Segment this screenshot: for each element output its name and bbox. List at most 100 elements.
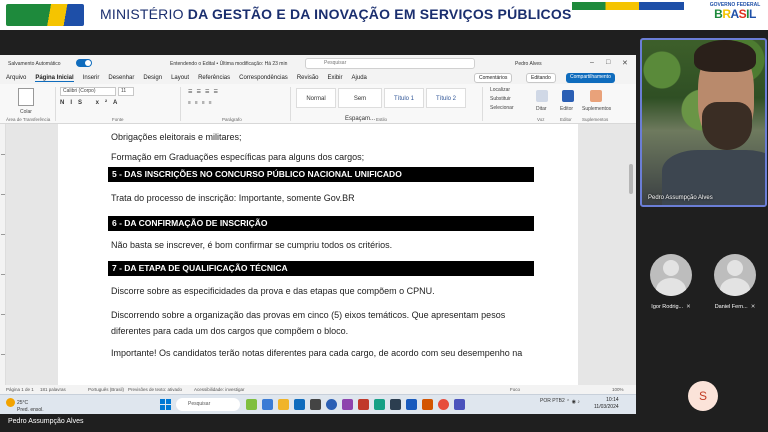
style-normal[interactable]: Normal (296, 88, 336, 108)
autosave-toggle[interactable] (76, 59, 92, 67)
screen: MINISTÉRIO DA GESTÃO E DA INOVAÇÃO EM SE… (0, 0, 768, 432)
speaker-name: Pedro Assumpção Alves (648, 195, 713, 201)
teams-icon[interactable] (454, 399, 465, 410)
app-icon[interactable] (390, 399, 401, 410)
style-heading2[interactable]: Título 2 (426, 88, 466, 108)
banner-title-regular: MINISTÉRIO (100, 6, 188, 22)
status-accessibility[interactable]: Acessibilidade: investigar (194, 387, 245, 392)
group-font: Fonte (112, 117, 124, 122)
chrome-icon[interactable] (438, 399, 449, 410)
menu-home[interactable]: Página Inicial (35, 75, 74, 82)
maximize-icon[interactable]: □ (606, 59, 610, 66)
font-select[interactable]: Calibri (Corpo) (60, 87, 116, 96)
share-button[interactable]: Compartilhamento (566, 73, 615, 83)
addins-label: Suplementos (582, 106, 612, 112)
document-name[interactable]: Entendendo o Edital • Última modificação… (170, 61, 287, 67)
group-styles: Estilo (376, 117, 388, 122)
windows-start-icon[interactable] (160, 399, 171, 410)
word-titlebar: Salvamento Automático Entendendo o Edita… (0, 55, 636, 72)
style-no-spacing[interactable]: Sem Espaçam... (338, 88, 382, 122)
ribbon-separator (55, 87, 56, 121)
editor-icon[interactable] (562, 90, 574, 102)
format-buttons[interactable]: NIS x²A (60, 100, 123, 106)
app-icon[interactable] (246, 399, 257, 410)
menu-design[interactable]: Design (143, 75, 162, 81)
participant-tile[interactable]: Daniel Fern... ✕ (705, 254, 765, 316)
vertical-scrollbar[interactable] (629, 124, 634, 385)
group-clipboard: Área de Transferência (6, 117, 51, 122)
brazil-flag-logo (6, 4, 84, 26)
menu-review[interactable]: Revisão (297, 75, 319, 81)
menu-layout[interactable]: Layout (171, 75, 189, 81)
group-paragraph: Parágrafo (222, 117, 242, 122)
menu-mailings[interactable]: Correspondências (239, 75, 288, 81)
speaker-video-tile[interactable]: Pedro Assumpção Alves (640, 38, 767, 207)
edge-icon[interactable] (294, 399, 305, 410)
user-name[interactable]: Pedro Alves (515, 61, 542, 67)
editing-button[interactable]: Editando (526, 73, 556, 83)
status-language[interactable]: Português (Brasil) (88, 387, 124, 392)
paste-icon[interactable] (18, 88, 34, 106)
status-focus[interactable]: Foco (510, 387, 520, 392)
weather-desc: Pred. ensol. (17, 407, 44, 413)
addins-icon[interactable] (590, 90, 602, 102)
menu-view[interactable]: Exibir (328, 75, 343, 81)
search-input[interactable]: Pesquisar (305, 58, 475, 69)
paragraph-align-icons[interactable]: ≡≡≡≡ (188, 100, 216, 106)
menu-references[interactable]: Referências (198, 75, 230, 81)
group-editor: Editor (560, 117, 572, 122)
app-icon[interactable] (310, 399, 321, 410)
word-icon[interactable] (406, 399, 417, 410)
menu-draw[interactable]: Desenhar (108, 75, 134, 81)
gov-brand: BRASIL (714, 7, 756, 21)
weather-widget[interactable]: 25°C Pred. ensol. (6, 398, 44, 413)
dictate-label: Ditar (536, 106, 547, 112)
mic-muted-icon: ✕ (686, 304, 691, 310)
word-statusbar: Página 1 de 1 181 palavras Português (Br… (0, 385, 636, 394)
app-icon[interactable] (374, 399, 385, 410)
find-button[interactable]: Localizar (490, 87, 510, 93)
taskbar-search[interactable]: Pesquisar (176, 398, 240, 411)
powerpoint-icon[interactable] (422, 399, 433, 410)
document-page[interactable]: Obrigações eleitorais e militares; Forma… (58, 124, 578, 385)
menu-file[interactable]: Arquivo (6, 75, 26, 81)
user-avatar-badge[interactable]: S (688, 381, 718, 411)
group-voice: Voz (537, 117, 545, 122)
paragraph-section-7a: Discorre sobre as especificidades da pro… (111, 286, 435, 296)
avatar-icon (714, 254, 756, 296)
folder-icon[interactable] (278, 399, 289, 410)
app-icon[interactable] (326, 399, 337, 410)
minimize-icon[interactable]: – (590, 59, 594, 66)
avatar-icon (650, 254, 692, 296)
microphone-icon[interactable] (536, 90, 548, 102)
app-icon[interactable] (342, 399, 353, 410)
paragraph-list-icons[interactable]: ☰☰☰☰ (188, 89, 222, 95)
keyboard-language[interactable]: POR PTB2 (540, 399, 565, 404)
participant-tile[interactable]: Igor Rodrig... ✕ (641, 254, 701, 316)
system-clock[interactable]: 10:14 11/03/2024 (594, 397, 619, 411)
style-heading1[interactable]: Título 1 (384, 88, 424, 108)
status-page[interactable]: Página 1 de 1 (6, 387, 34, 392)
menu-help[interactable]: Ajuda (352, 75, 367, 81)
heading-section-5: 5 - DAS INSCRIÇÕES NO CONCURSO PÚBLICO N… (108, 167, 534, 182)
vertical-ruler (0, 124, 6, 385)
comments-button[interactable]: Comentários (474, 73, 513, 83)
participant-name: Daniel Fern... (714, 304, 748, 310)
replace-button[interactable]: Substituir (490, 96, 511, 102)
group-addins: Suplementos (582, 117, 609, 122)
menu-insert[interactable]: Inserir (83, 75, 100, 81)
status-predictions[interactable]: Previsões de texto: ativado (128, 387, 182, 392)
font-size-select[interactable]: 11 (118, 87, 134, 96)
ministry-banner: MINISTÉRIO DA GESTÃO E DA INOVAÇÃO EM SE… (0, 0, 768, 30)
status-words[interactable]: 181 palavras (40, 387, 66, 392)
select-button[interactable]: Selecionar (490, 105, 514, 111)
app-icon[interactable] (358, 399, 369, 410)
app-icon[interactable] (262, 399, 273, 410)
tray-icons[interactable]: ⌃ ◉ ♪ (566, 399, 580, 405)
close-icon[interactable]: ✕ (622, 59, 628, 67)
sun-icon (6, 398, 15, 407)
status-zoom[interactable]: 100% (612, 387, 624, 392)
mic-muted-icon: ✕ (750, 304, 756, 310)
ribbon-separator (482, 87, 483, 121)
clock-date: 11/03/2024 (594, 404, 619, 410)
